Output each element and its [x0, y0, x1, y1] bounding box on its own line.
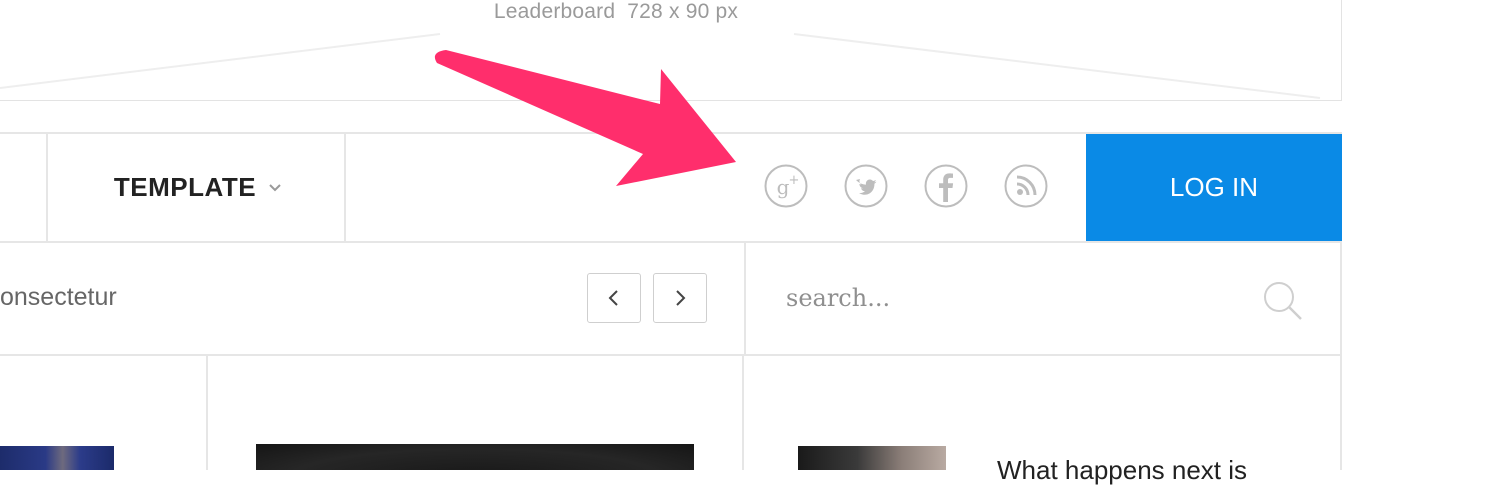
annotation-arrow-icon — [434, 50, 736, 186]
